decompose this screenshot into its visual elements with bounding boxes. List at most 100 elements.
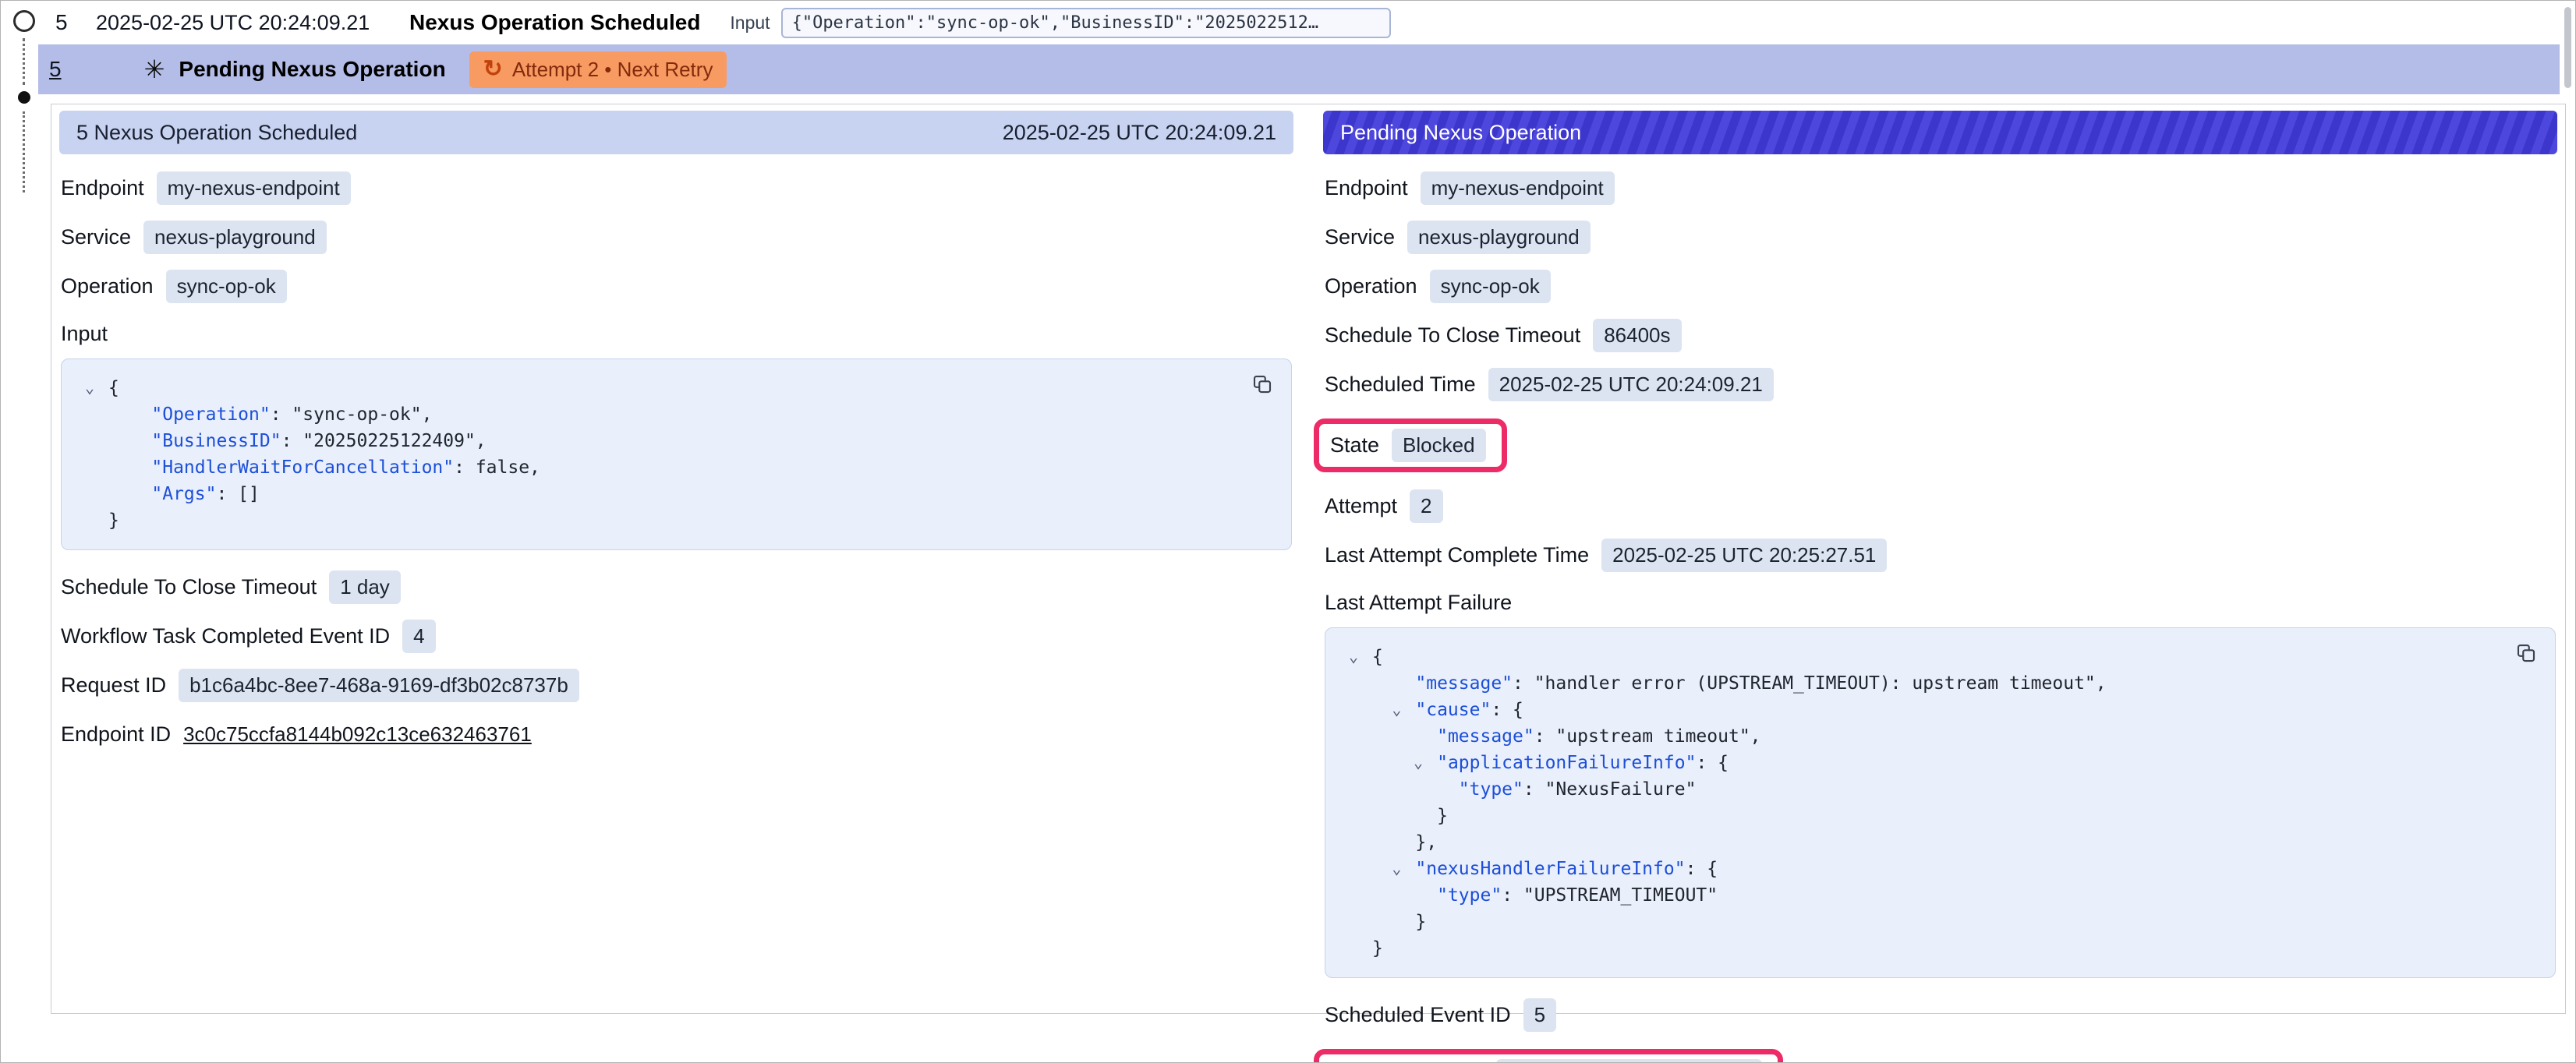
field-value-chip: 2025-02-25 UTC 20:25:27.51 <box>1601 539 1887 572</box>
json-line: }, <box>1335 829 2489 856</box>
event-id[interactable]: 5 <box>55 10 96 35</box>
input-label: Input <box>730 12 770 34</box>
field-label-input: Input <box>61 322 108 346</box>
event-row-pending[interactable]: 5 ✳ Pending Nexus Operation ↻ Attempt 2 … <box>38 44 2560 94</box>
field-row-last-attempt-complete-time: Last Attempt Complete Time 2025-02-25 UTC… <box>1325 539 1887 572</box>
retry-badge-label: Attempt 2 • Next Retry <box>512 58 713 82</box>
scheduled-panel-fields: Endpointmy-nexus-endpoint Service nexus-pl… <box>59 154 1293 766</box>
timeline-connector-dotted-line <box>23 111 25 192</box>
input-json-preview[interactable]: {"Operation":"sync-op-ok","BusinessID":"… <box>781 8 1391 38</box>
field-label: Last Attempt Complete Time <box>1325 543 1589 567</box>
field-row-service: Service nexus-playground <box>61 221 327 254</box>
field-value-chip: b1c6a4bc-8ee7-468a-9169-df3b02c8737b <box>179 669 579 702</box>
pending-panel-fields: Endpoint my-nexus-endpoint Service nexus-pl… <box>1323 154 2557 1063</box>
field-label: Scheduled Time <box>1325 373 1476 397</box>
field-value-chip: my-nexus-endpoint <box>1421 171 1615 205</box>
json-line: ⌄ "nexusHandlerFailureInfo": { <box>1335 856 2489 882</box>
field-label: Schedule To Close Timeout <box>61 575 317 599</box>
pending-operation-panel: Pending Nexus Operation Endpoint my-nexus… <box>1323 111 2557 1063</box>
fold-chevron-icon[interactable]: ⌄ <box>1392 855 1401 881</box>
json-line: "message": "handler error (UPSTREAM_TIME… <box>1335 670 2489 697</box>
field-value-chip: sync-op-ok <box>1430 270 1551 303</box>
field-row-endpoint: Endpoint my-nexus-endpoint <box>1325 171 1615 205</box>
event-list: 5 2025-02-25 UTC 20:24:09.21 Nexus Opera… <box>38 1 2560 94</box>
field-value-chip: my-nexus-endpoint <box>157 171 351 205</box>
field-label: Endpoint <box>1325 176 1408 200</box>
field-label: Service <box>1325 225 1395 249</box>
scheduled-event-panel: 5 Nexus Operation Scheduled 2025-02-25 U… <box>59 111 1293 766</box>
fold-chevron-icon[interactable]: ⌄ <box>1392 696 1401 722</box>
pending-panel-header: Pending Nexus Operation <box>1323 111 2557 154</box>
event-time: 2025-02-25 UTC 20:24:09.21 <box>96 11 409 35</box>
field-value-chip: Blocked <box>1392 429 1486 462</box>
event-node-circle-icon <box>13 10 35 32</box>
copy-icon[interactable] <box>2513 641 2539 667</box>
event-node-dot-icon <box>18 91 30 104</box>
field-row-attempt: Attempt2 <box>1325 489 1443 523</box>
json-line: "Operation": "sync-op-ok", <box>71 401 1226 428</box>
scheduled-panel-header: 5 Nexus Operation Scheduled 2025-02-25 U… <box>59 111 1293 154</box>
event-title: Nexus Operation Scheduled <box>409 10 700 35</box>
pending-asterisk-icon: ✳ <box>144 57 165 82</box>
field-label: Service <box>61 225 131 249</box>
event-detail-panels: 5 Nexus Operation Scheduled 2025-02-25 U… <box>51 104 2566 1014</box>
json-viewer: ⌄{ "message": "handler error (UPSTREAM_T… <box>1325 627 2556 978</box>
panel-title: 5 Nexus Operation Scheduled <box>76 121 357 145</box>
panel-title: Pending Nexus Operation <box>1340 121 1581 145</box>
scrollbar-thumb[interactable] <box>2564 7 2571 88</box>
field-row-schedule-to-close-timeout: Schedule To Close Timeout 1 day <box>61 570 401 604</box>
field-value-chip: 1 day <box>329 570 401 604</box>
field-value-chip: nexus-playground <box>1407 221 1591 254</box>
field-value-chip: The circuit breaker is open. <box>1496 1059 1763 1063</box>
retry-badge: ↻ Attempt 2 • Next Retry <box>469 51 727 88</box>
field-row-schedule-to-close-timeout: Schedule To Close Timeout 86400s <box>1325 319 1682 352</box>
event-row-scheduled[interactable]: 5 2025-02-25 UTC 20:24:09.21 Nexus Opera… <box>38 1 2560 44</box>
json-line: } <box>71 507 1226 534</box>
event-title: Pending Nexus Operation <box>179 57 445 82</box>
field-label: State <box>1330 433 1379 457</box>
field-value-chip: 2025-02-25 UTC 20:24:09.21 <box>1488 368 1774 401</box>
fold-chevron-icon[interactable]: ⌄ <box>85 374 94 401</box>
field-row-blocked-reason: Blocked ReasonThe circuit breaker is ope… <box>1314 1049 1783 1063</box>
fold-chevron-icon[interactable]: ⌄ <box>1414 749 1423 775</box>
field-value-chip: 4 <box>402 620 435 653</box>
fold-chevron-icon[interactable]: ⌄ <box>1349 643 1358 669</box>
json-line: "Args": [] <box>71 481 1226 507</box>
retry-arrow-icon: ↻ <box>483 58 503 81</box>
endpoint-id-link[interactable]: 3c0c75ccfa8144b092c13ce632463761 <box>183 722 532 747</box>
field-value-chip: 5 <box>1523 998 1556 1032</box>
event-id-link[interactable]: 5 <box>49 57 62 82</box>
field-row-operation: Operation sync-op-ok <box>1325 270 1551 303</box>
field-row-scheduled-event-id: Scheduled Event ID 5 <box>1325 998 1556 1032</box>
timeline-connector-dotted-line <box>23 38 25 85</box>
field-row-request-id: Request IDb1c6a4bc-8ee7-468a-9169-df3b02… <box>61 669 579 702</box>
json-line: ⌄{ <box>71 375 1226 401</box>
json-line: "HandlerWaitForCancellation": false, <box>71 454 1226 481</box>
field-label: Workflow Task Completed Event ID <box>61 624 390 648</box>
field-label: Scheduled Event ID <box>1325 1003 1511 1027</box>
field-value-chip: nexus-playground <box>143 221 327 254</box>
field-label: Schedule To Close Timeout <box>1325 323 1580 348</box>
field-row-state: State Blocked <box>1314 418 1507 472</box>
field-label: Endpoint ID <box>61 722 171 747</box>
field-row-endpoint: Endpointmy-nexus-endpoint <box>61 171 351 205</box>
field-row-operation: Operationsync-op-ok <box>61 270 287 303</box>
json-line: ⌄{ <box>1335 644 2489 670</box>
json-line: "type": "UPSTREAM_TIMEOUT" <box>1335 882 2489 909</box>
json-line: ⌄ "cause": { <box>1335 697 2489 723</box>
field-row-service: Service nexus-playground <box>1325 221 1591 254</box>
temporal-event-history-screen: 5 2025-02-25 UTC 20:24:09.21 Nexus Opera… <box>0 0 2576 1063</box>
json-line: } <box>1335 935 2489 962</box>
field-label: Attempt <box>1325 494 1397 518</box>
field-value-chip: sync-op-ok <box>166 270 287 303</box>
json-line: "message": "upstream timeout", <box>1335 723 2489 750</box>
field-label-last-attempt-failure: Last Attempt Failure <box>1325 591 1512 615</box>
field-label: Operation <box>1325 274 1417 298</box>
field-value-chip: 86400s <box>1593 319 1681 352</box>
field-row-workflow-task-completed-event-id: Workflow Task Completed Event ID 4 <box>61 620 436 653</box>
json-line: ⌄ "applicationFailureInfo": { <box>1335 750 2489 776</box>
copy-icon[interactable] <box>1249 372 1276 398</box>
json-line: "BusinessID": "20250225122409", <box>71 428 1226 454</box>
field-row-endpoint-id: Endpoint ID 3c0c75ccfa8144b092c13ce632463… <box>61 718 532 750</box>
json-line: } <box>1335 909 2489 935</box>
